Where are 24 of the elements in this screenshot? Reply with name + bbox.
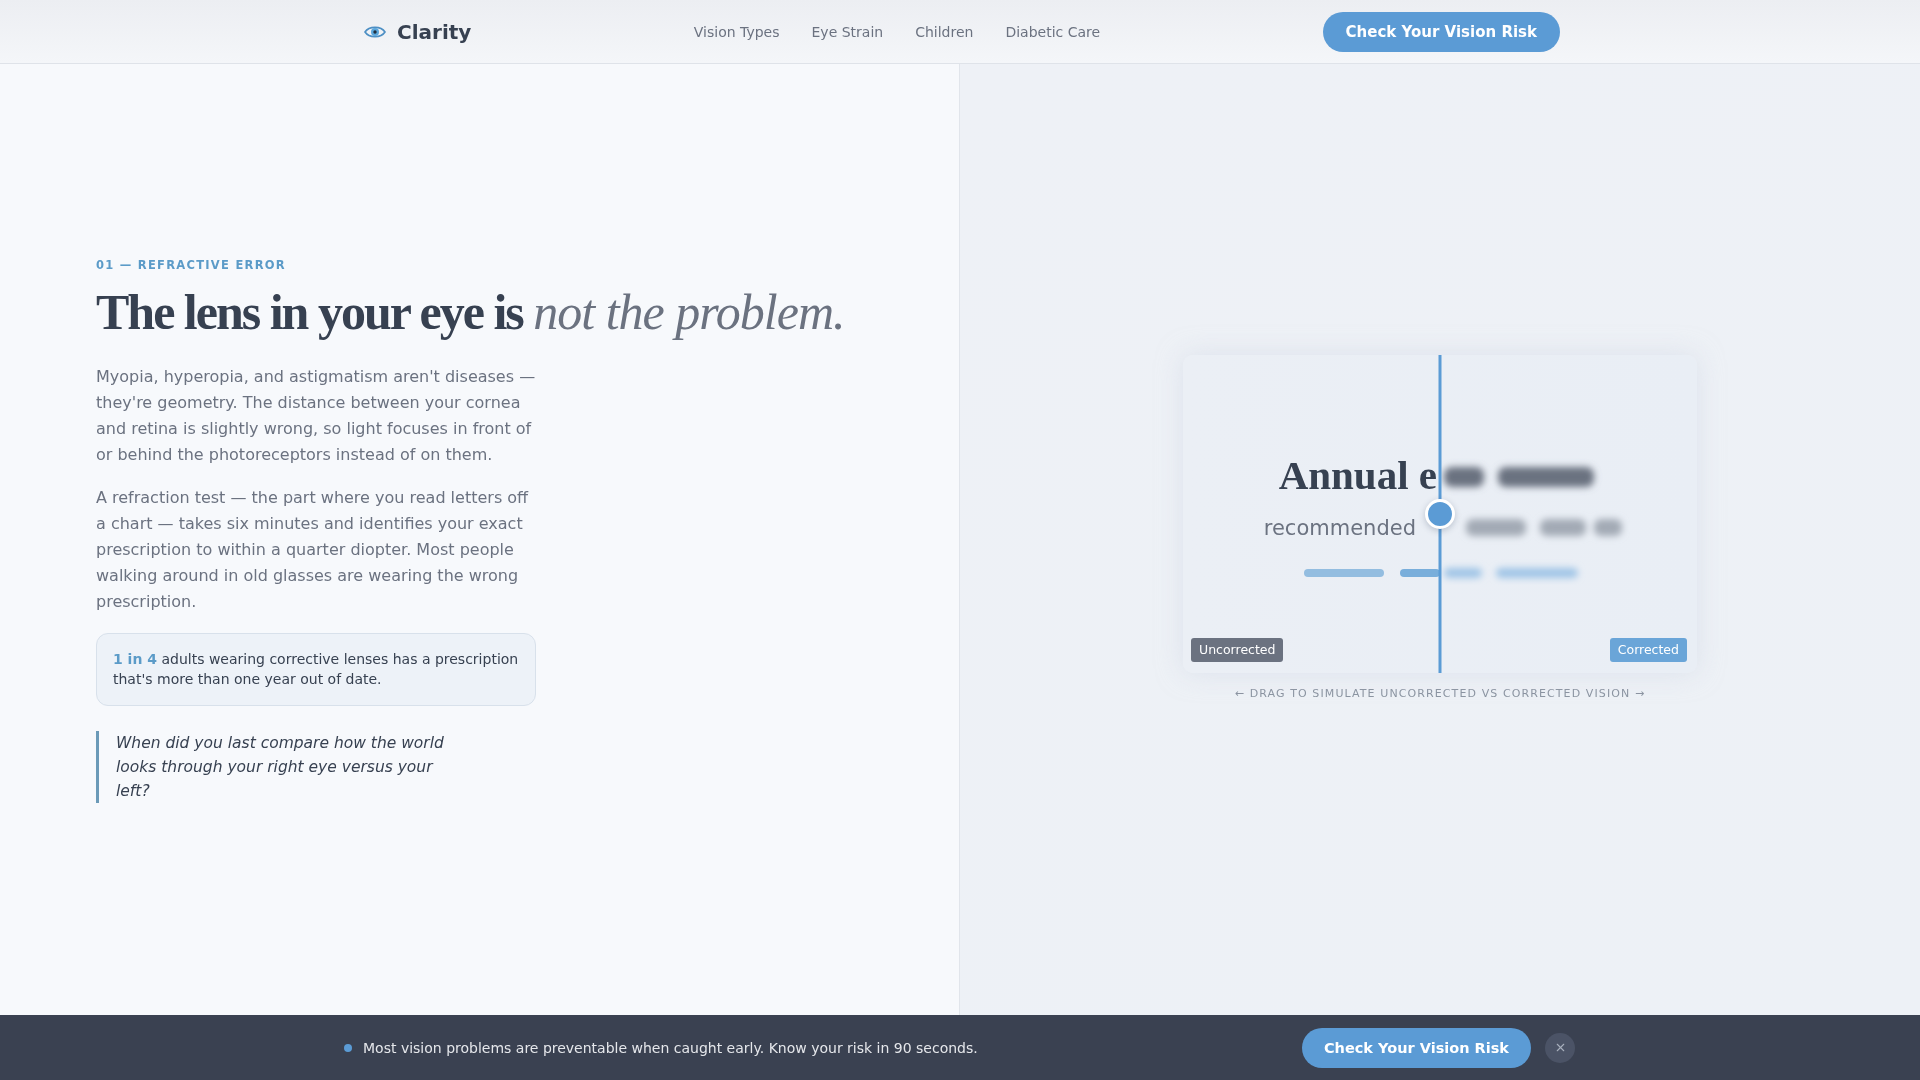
body-paragraph: A refraction test — the part where you read letters off a chart — takes six minutes and identifies your exact prescription to within a quarter diopter. Most people walking around in old glasses are wearing the wrong prescription. — [96, 486, 530, 613]
stat-callout: 1 in 4 adults wearing corrective lenses has a prescription that's more than one year out of date. — [96, 632, 536, 706]
eye-logo-icon — [364, 24, 386, 39]
view-tag: Corrected — [1609, 638, 1687, 662]
brand-name: Clarity — [397, 19, 472, 44]
headline: The lens in your eye is not the problem. — [96, 284, 846, 342]
nav-link[interactable]: Children — [915, 23, 974, 40]
view-tag: Uncorrected — [1191, 638, 1284, 662]
pull-quote: When did you last compare how the world looks through your right eye versus your left? — [96, 730, 468, 803]
body-paragraph: Myopia, hyperopia, and astigmatism aren't diseases — they're geometry. The distance between your cornea and retina is slightly wrong, so light focuses in front of or behind the photoreceptors instead of on them. — [96, 365, 536, 466]
nav-link[interactable]: Diabetic Care — [1005, 23, 1101, 40]
check-risk-button[interactable]: Check Your Vision Risk — [1322, 11, 1560, 52]
section-eyebrow: 01 — REFRACTIVE ERROR — [96, 258, 287, 273]
nav-link[interactable]: Vision Types — [693, 23, 780, 40]
dot-icon — [344, 1043, 352, 1052]
drag-hint: ← DRAG TO SIMULATE UNCORRECTED VS CORRECTED VISION → — [1234, 687, 1646, 700]
slider-handle[interactable] — [1425, 499, 1455, 529]
comparison-slider[interactable]: Annual e recommended Uncorrected Corrected — [1183, 355, 1697, 673]
sample-subtitle: recommended — [1263, 515, 1417, 541]
nav-link[interactable]: Eye Strain — [811, 23, 884, 40]
banner-message: Most vision problems are preventable when caught early. Know your risk in 90 seconds. — [363, 1039, 978, 1056]
check-risk-button[interactable]: Check Your Vision Risk — [1301, 1027, 1531, 1068]
close-button[interactable] — [1545, 1032, 1575, 1063]
sample-title: Annual e — [1278, 451, 1438, 500]
